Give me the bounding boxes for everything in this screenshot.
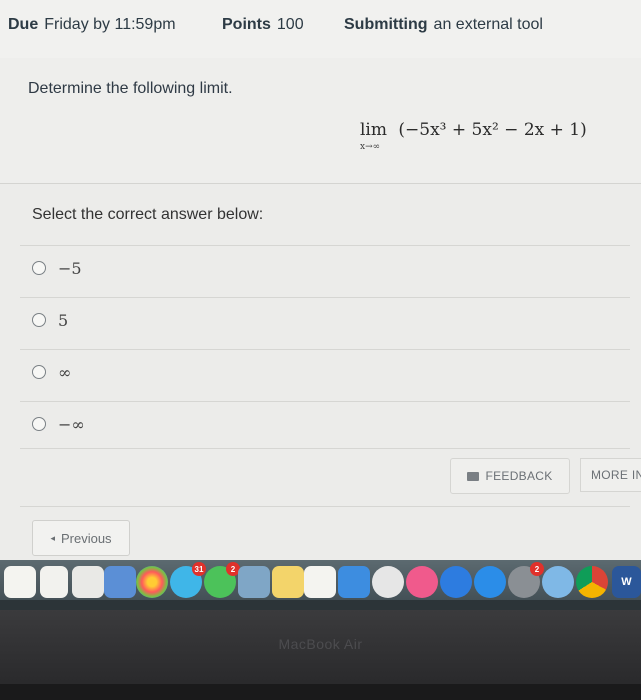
answer-option-label: ∞ [58, 362, 72, 382]
divider [20, 448, 630, 449]
answer-option-label: −∞ [58, 414, 85, 434]
divider [20, 297, 630, 298]
messages-icon[interactable]: 31 [170, 562, 206, 598]
caret-left-icon: ◂ [50, 532, 55, 543]
music-icon[interactable] [406, 566, 438, 598]
answer-option-label: −5 [58, 258, 82, 278]
answer-instruction: Select the correct answer below: [32, 206, 264, 223]
mail-icon[interactable] [238, 566, 270, 598]
more-info-button[interactable]: MORE IN [580, 458, 641, 492]
radio-button[interactable] [32, 313, 46, 327]
app-store-icon[interactable] [440, 566, 472, 598]
submitting-info: Submitting an external tool [344, 16, 543, 34]
radio-button[interactable] [32, 261, 46, 275]
answer-option-4[interactable]: −∞ [32, 411, 85, 437]
feedback-button[interactable]: FEEDBACK [450, 458, 570, 494]
system-preferences-icon[interactable]: 2 [508, 562, 544, 598]
photos-icon[interactable] [136, 566, 168, 598]
points-value: 100 [276, 16, 304, 33]
calendar-badge: 31 [192, 562, 206, 576]
answer-option-label: 5 [58, 310, 69, 330]
due-label: Due [8, 16, 39, 33]
pages-icon[interactable] [272, 566, 304, 598]
divider [20, 349, 630, 350]
divider [20, 245, 630, 246]
notes-icon[interactable] [4, 566, 36, 598]
submitting-label: Submitting [344, 16, 428, 33]
feedback-icon [467, 471, 480, 481]
globe-icon[interactable] [542, 566, 574, 598]
answer-option-2[interactable]: 5 [32, 307, 68, 333]
dock-shelf [0, 600, 641, 610]
answer-option-3[interactable]: ∞ [32, 359, 71, 385]
limit-operator: lim [360, 120, 387, 140]
safari-icon[interactable] [474, 566, 506, 598]
answer-option-1[interactable]: −5 [32, 255, 82, 281]
previous-button[interactable]: ◂ Previous [32, 520, 130, 556]
polynomial: (−5x³ + 5x² − 2x + 1) [398, 120, 587, 140]
keynote-icon[interactable] [338, 566, 370, 598]
limit-subscript: x→∞ [360, 142, 381, 152]
divider [20, 401, 630, 402]
due-info: Due Friday by 11:59pm [8, 16, 176, 34]
divider [20, 506, 630, 507]
radio-button[interactable] [32, 417, 46, 431]
radio-button[interactable] [32, 365, 46, 379]
preview-icon[interactable] [104, 566, 136, 598]
word-icon[interactable]: W [612, 566, 641, 598]
previous-label: Previous [60, 530, 112, 546]
reminders-icon[interactable] [40, 566, 68, 598]
due-value: Friday by 11:59pm [44, 16, 176, 33]
feedback-label: FEEDBACK [485, 469, 553, 483]
assignment-header: Due Friday by 11:59pm Points 100 Submittin… [0, 0, 641, 59]
notification-badge: 2 [530, 562, 544, 576]
question-panel: Determine the following limit. lim (−5x³… [0, 58, 641, 184]
facetime-icon[interactable]: 2 [204, 562, 240, 598]
laptop-bottom-edge [0, 684, 641, 700]
question-prompt: Determine the following limit. [28, 80, 233, 97]
browser-viewport: Due Friday by 11:59pm Points 100 Submittin… [0, 0, 641, 560]
photo-booth-icon[interactable] [72, 566, 104, 598]
points-info: Points 100 [222, 16, 304, 34]
more-info-label: MORE IN [591, 468, 641, 482]
points-label: Points [222, 16, 271, 33]
submitting-value: an external tool [433, 16, 543, 33]
laptop-brand-label: MacBook Air [278, 636, 363, 652]
numbers-icon[interactable] [304, 566, 336, 598]
limit-expression: lim (−5x³ + 5x² − 2x + 1) x→∞ [360, 120, 587, 152]
chrome-icon[interactable] [576, 566, 608, 598]
news-icon[interactable] [372, 566, 404, 598]
